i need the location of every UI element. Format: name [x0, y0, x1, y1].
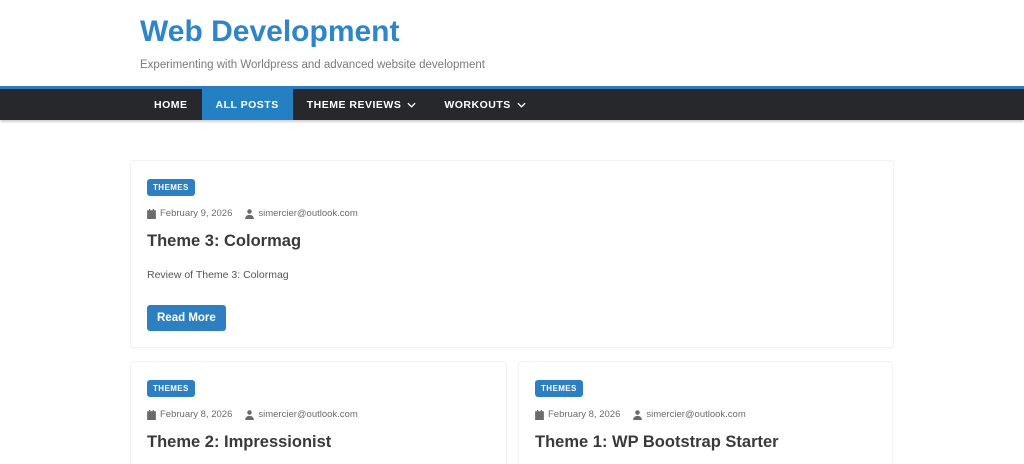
post-author[interactable]: simercier@outlook.com	[245, 208, 357, 219]
post-author[interactable]: simercier@outlook.com	[245, 409, 357, 420]
posts-row: THEMES February 8, 2026 simercier@outloo…	[130, 361, 894, 464]
posts-list: THEMES February 9, 2026 simercier@outloo…	[0, 120, 1024, 464]
post-excerpt: Review of Theme 3: Colormag	[147, 264, 877, 286]
nav-item-theme-reviews[interactable]: THEME REVIEWS	[293, 89, 431, 120]
site-tagline: Experimenting with Worldpress and advanc…	[140, 58, 1024, 72]
nav-item-all-posts[interactable]: ALL POSTS	[202, 89, 293, 120]
read-more-button[interactable]: Read More	[147, 305, 226, 331]
calendar-icon	[147, 209, 156, 219]
post-card-theme3-colormag: THEMES February 9, 2026 simercier@outloo…	[130, 160, 894, 348]
nav-item-workouts[interactable]: WORKOUTS	[430, 89, 539, 120]
nav-item-workouts-label: WORKOUTS	[444, 99, 510, 111]
category-badge[interactable]: THEMES	[535, 380, 583, 397]
chevron-down-icon	[407, 101, 416, 108]
nav-menu: HOME ALL POSTS THEME REVIEWS WORKOUTS	[140, 89, 1024, 120]
post-meta: February 8, 2026 simercier@outlook.com	[147, 409, 490, 420]
nav-item-home-label: HOME	[154, 99, 188, 111]
nav-item-theme-reviews-label: THEME REVIEWS	[307, 99, 402, 111]
category-badge[interactable]: THEMES	[147, 179, 195, 196]
post-title[interactable]: Theme 2: Impressionist	[147, 433, 490, 452]
post-card-theme1-wp-bootstrap-starter: THEMES February 8, 2026 simercier@outloo…	[518, 361, 893, 464]
user-icon	[633, 410, 642, 420]
post-date[interactable]: February 9, 2026	[147, 208, 232, 219]
nav-item-home[interactable]: HOME	[140, 89, 202, 120]
post-author[interactable]: simercier@outlook.com	[633, 409, 745, 420]
site-header: Web Development Experimenting with World…	[0, 0, 1024, 86]
post-date[interactable]: February 8, 2026	[147, 409, 232, 420]
site-title[interactable]: Web Development	[140, 16, 1024, 48]
post-card-theme2-impressionist: THEMES February 8, 2026 simercier@outloo…	[130, 361, 507, 464]
calendar-icon	[147, 410, 156, 420]
post-meta: February 8, 2026 simercier@outlook.com	[535, 409, 876, 420]
nav-item-all-posts-label: ALL POSTS	[216, 99, 279, 111]
post-meta: February 9, 2026 simercier@outlook.com	[147, 208, 877, 219]
chevron-down-icon	[517, 101, 526, 108]
post-date[interactable]: February 8, 2026	[535, 409, 620, 420]
post-title[interactable]: Theme 3: Colormag	[147, 232, 877, 251]
calendar-icon	[535, 410, 544, 420]
user-icon	[245, 410, 254, 420]
user-icon	[245, 209, 254, 219]
main-navbar: HOME ALL POSTS THEME REVIEWS WORKOUTS	[0, 86, 1024, 120]
category-badge[interactable]: THEMES	[147, 380, 195, 397]
post-title[interactable]: Theme 1: WP Bootstrap Starter	[535, 433, 876, 452]
